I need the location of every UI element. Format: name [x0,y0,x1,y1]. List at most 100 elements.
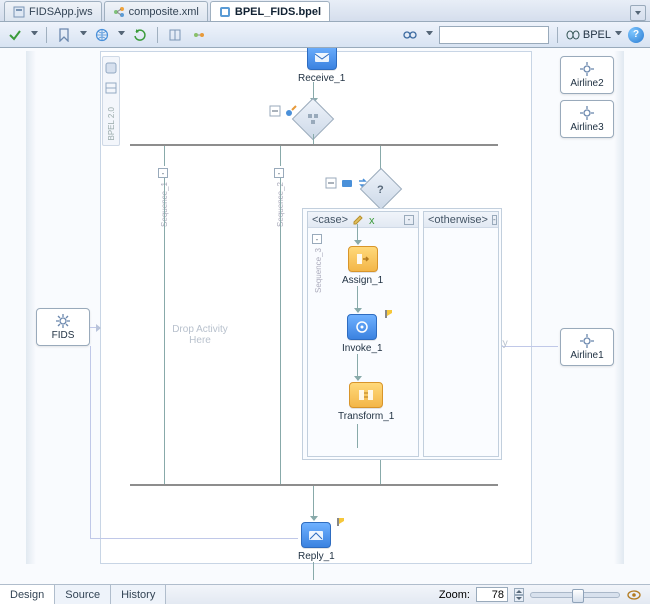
activity-receive[interactable]: Receive_1 [298,48,345,84]
question-icon: ? [375,182,387,196]
bpel-menu-label: BPEL [583,29,611,41]
gear-icon [579,61,595,77]
zoom-controls: Zoom: [439,587,650,603]
editor-tab-bar: FIDSApp.jws composite.xml BPEL_FIDS.bpel [0,0,650,22]
collapse-toggle[interactable]: - [274,168,284,178]
validate-button[interactable] [6,26,24,44]
partner-link-airline3[interactable]: Airline3 [560,100,614,138]
flow-line [357,286,358,312]
partner-label: Airline1 [570,350,603,361]
palette-activity-icon[interactable] [104,61,118,75]
collapse-toggle[interactable]: - [158,168,168,178]
tab-fidsapp[interactable]: FIDSApp.jws [4,1,102,21]
gear-icon [579,333,595,349]
warning-flag-icon [337,518,345,526]
partner-label: Airline3 [570,122,603,133]
case-label: <case> [312,214,348,226]
edit-icon[interactable] [352,214,364,226]
assign-icon [348,246,378,272]
zoom-down[interactable] [514,595,524,602]
svg-text:x: x [369,215,375,226]
partner-link-airline2[interactable]: Airline2 [560,56,614,94]
flow-join-bar [130,484,498,486]
flow-line [357,424,358,448]
warning-flag-icon [385,310,393,318]
activity-label: Transform_1 [338,411,394,422]
view-tabs: Design Source History [0,585,166,604]
activity-invoke[interactable]: Invoke_1 [342,314,383,354]
tab-bpel-fids[interactable]: BPEL_FIDS.bpel [210,1,330,21]
view-tab-history[interactable]: History [111,585,166,604]
flow-icon [306,112,320,126]
flow-line [164,178,165,484]
gear-icon [579,105,595,121]
palette-scope-icon[interactable] [104,81,118,95]
tab-label: composite.xml [129,6,199,18]
xpath-icon[interactable]: x [368,214,380,226]
activity-reply[interactable]: Reply_1 [298,522,335,562]
dropdown-caret[interactable] [118,31,125,38]
flow-line [357,354,358,380]
palette: BPEL 2.0 [102,56,120,146]
zoom-input[interactable] [476,587,508,602]
zoom-label: Zoom: [439,589,470,601]
flow-line [357,224,358,244]
flow-line [380,460,381,484]
tab-composite[interactable]: composite.xml [104,1,208,21]
switch-container: <case> x - - Sequence_3 <otherwise> - [302,208,502,460]
switch-node[interactable]: ? [366,174,396,204]
receive-icon [307,48,337,70]
partner-link-airline1[interactable]: Airline1 [560,328,614,366]
layout-icon[interactable] [166,26,184,44]
app-icon [13,6,25,18]
activity-label: Assign_1 [342,275,383,286]
bpel-menu[interactable]: BPEL [566,29,622,41]
zoom-up[interactable] [514,588,524,595]
collapse-toggle[interactable]: - [404,215,414,225]
otherwise-label: <otherwise> [428,214,488,226]
flow-line [313,562,314,580]
collapse-toggle[interactable] [324,176,338,190]
partner-link-fids[interactable]: FIDS [36,308,90,346]
dropdown-caret[interactable] [80,31,87,38]
dropdown-caret[interactable] [426,31,433,38]
flow-line [280,146,281,166]
transform-icon [349,382,383,408]
zoom-slider[interactable] [530,592,620,598]
zoom-slider-thumb[interactable] [572,589,584,603]
variable-icon[interactable] [340,176,354,190]
activity-assign[interactable]: Assign_1 [342,246,383,286]
activity-label: Invoke_1 [342,343,383,354]
drop-hint: Drop Activity Here [160,324,240,346]
overview-button[interactable] [626,587,642,603]
tab-list-dropdown[interactable] [630,5,646,21]
wire [90,327,100,328]
collapse-toggle[interactable]: - [492,215,497,225]
zoom-spinner [514,588,524,602]
bookmark-button[interactable] [55,26,73,44]
partner-label: Airline2 [570,78,603,89]
globe-icon[interactable] [93,26,111,44]
tab-label: BPEL_FIDS.bpel [235,6,321,18]
help-button[interactable]: ? [628,27,644,43]
dropdown-caret [615,31,622,38]
find-button[interactable] [401,26,419,44]
collapse-toggle[interactable]: - [312,234,322,244]
link-icon[interactable] [190,26,208,44]
collapse-toggle[interactable] [268,104,282,118]
flow-line [313,134,314,144]
composite-icon [113,6,125,18]
dropdown-caret[interactable] [31,31,38,38]
refresh-icon[interactable] [131,26,149,44]
view-tab-design[interactable]: Design [0,585,55,604]
bpel-canvas[interactable]: BPEL 2.0 FIDS Airline2 Airline3 Airline1 [0,48,650,584]
palette-label: BPEL 2.0 [107,107,116,141]
bpel-icon [219,6,231,18]
search-input[interactable] [439,26,549,44]
otherwise-branch[interactable]: <otherwise> - [423,211,499,457]
activity-transform[interactable]: Transform_1 [338,382,394,422]
view-tab-source[interactable]: Source [55,585,111,604]
flow-node[interactable] [298,104,328,134]
activity-label: Reply_1 [298,551,335,562]
flow-line [313,486,314,520]
